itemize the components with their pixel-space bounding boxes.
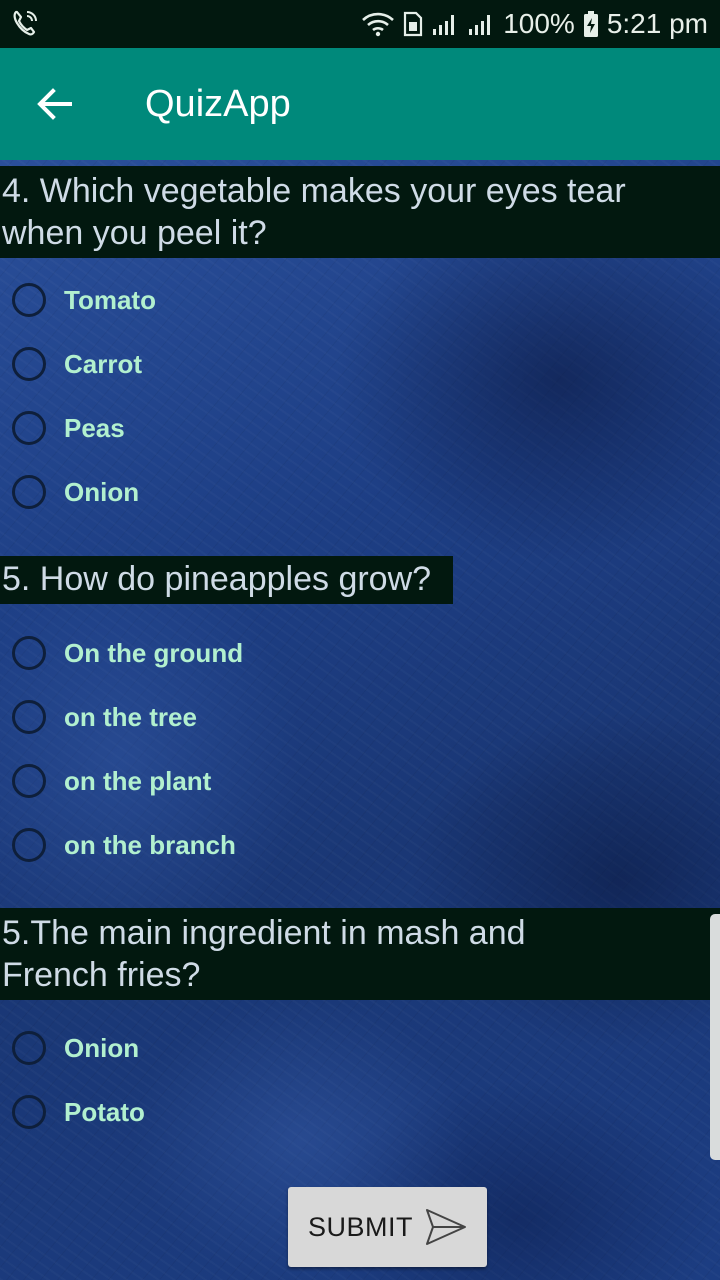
battery-percent: 100% <box>503 8 575 39</box>
option-label: On the ground <box>64 637 244 668</box>
radio-button[interactable] <box>12 411 46 445</box>
option-label: Onion <box>64 1032 140 1063</box>
app-title: QuizApp <box>145 83 291 125</box>
option-label: Tomato <box>64 284 156 315</box>
quiz-content[interactable]: 4. Which vegetable makes your eyes tear … <box>0 160 720 1280</box>
option-onion-2[interactable]: Onion <box>12 1024 139 1072</box>
send-icon <box>426 1209 466 1245</box>
question-5-text: 5. How do pineapples grow? <box>0 556 453 604</box>
option-carrot[interactable]: Carrot <box>12 340 142 388</box>
submit-label: SUBMIT <box>307 1211 413 1242</box>
option-label: on the tree <box>64 701 197 732</box>
option-on-the-tree[interactable]: on the tree <box>12 693 197 741</box>
option-label: Onion <box>64 476 140 507</box>
status-bar: 100% 5:21 pm <box>0 0 720 48</box>
signal-icon <box>431 11 459 37</box>
option-tomato[interactable]: Tomato <box>12 276 156 324</box>
back-button[interactable] <box>24 76 84 132</box>
app-bar: QuizApp <box>0 48 720 160</box>
option-label: on the branch <box>64 829 236 860</box>
option-potato[interactable]: Potato <box>12 1088 145 1136</box>
question-5b-text: 5.The main ingredient in mash and French… <box>0 908 720 1000</box>
option-label: Peas <box>64 412 125 443</box>
radio-button[interactable] <box>12 283 46 317</box>
question-4-text: 4. Which vegetable makes your eyes tear … <box>0 166 720 258</box>
signal-icon <box>467 11 495 37</box>
option-on-the-ground[interactable]: On the ground <box>12 629 243 677</box>
submit-button[interactable]: SUBMIT <box>288 1187 487 1267</box>
status-icons: 100% 5:21 pm <box>361 0 708 48</box>
option-label: Potato <box>64 1096 145 1127</box>
radio-button[interactable] <box>12 475 46 509</box>
sim-icon <box>403 11 423 37</box>
radio-button[interactable] <box>12 828 46 862</box>
clock: 5:21 pm <box>606 8 708 39</box>
radio-button[interactable] <box>12 764 46 798</box>
option-on-the-plant[interactable]: on the plant <box>12 757 211 805</box>
radio-button[interactable] <box>12 700 46 734</box>
option-label: on the plant <box>64 765 212 796</box>
radio-button[interactable] <box>12 1031 46 1065</box>
radio-button[interactable] <box>12 1095 46 1129</box>
option-onion[interactable]: Onion <box>12 468 139 516</box>
option-on-the-branch[interactable]: on the branch <box>12 821 236 869</box>
option-peas[interactable]: Peas <box>12 404 125 452</box>
radio-button[interactable] <box>12 347 46 381</box>
scrollbar[interactable] <box>710 914 720 1160</box>
battery-charging-icon <box>583 10 599 38</box>
option-label: Carrot <box>64 348 143 379</box>
wifi-call-icon <box>10 8 40 38</box>
radio-button[interactable] <box>12 636 46 670</box>
arrow-left-icon <box>37 88 72 120</box>
wifi-icon <box>361 11 395 37</box>
